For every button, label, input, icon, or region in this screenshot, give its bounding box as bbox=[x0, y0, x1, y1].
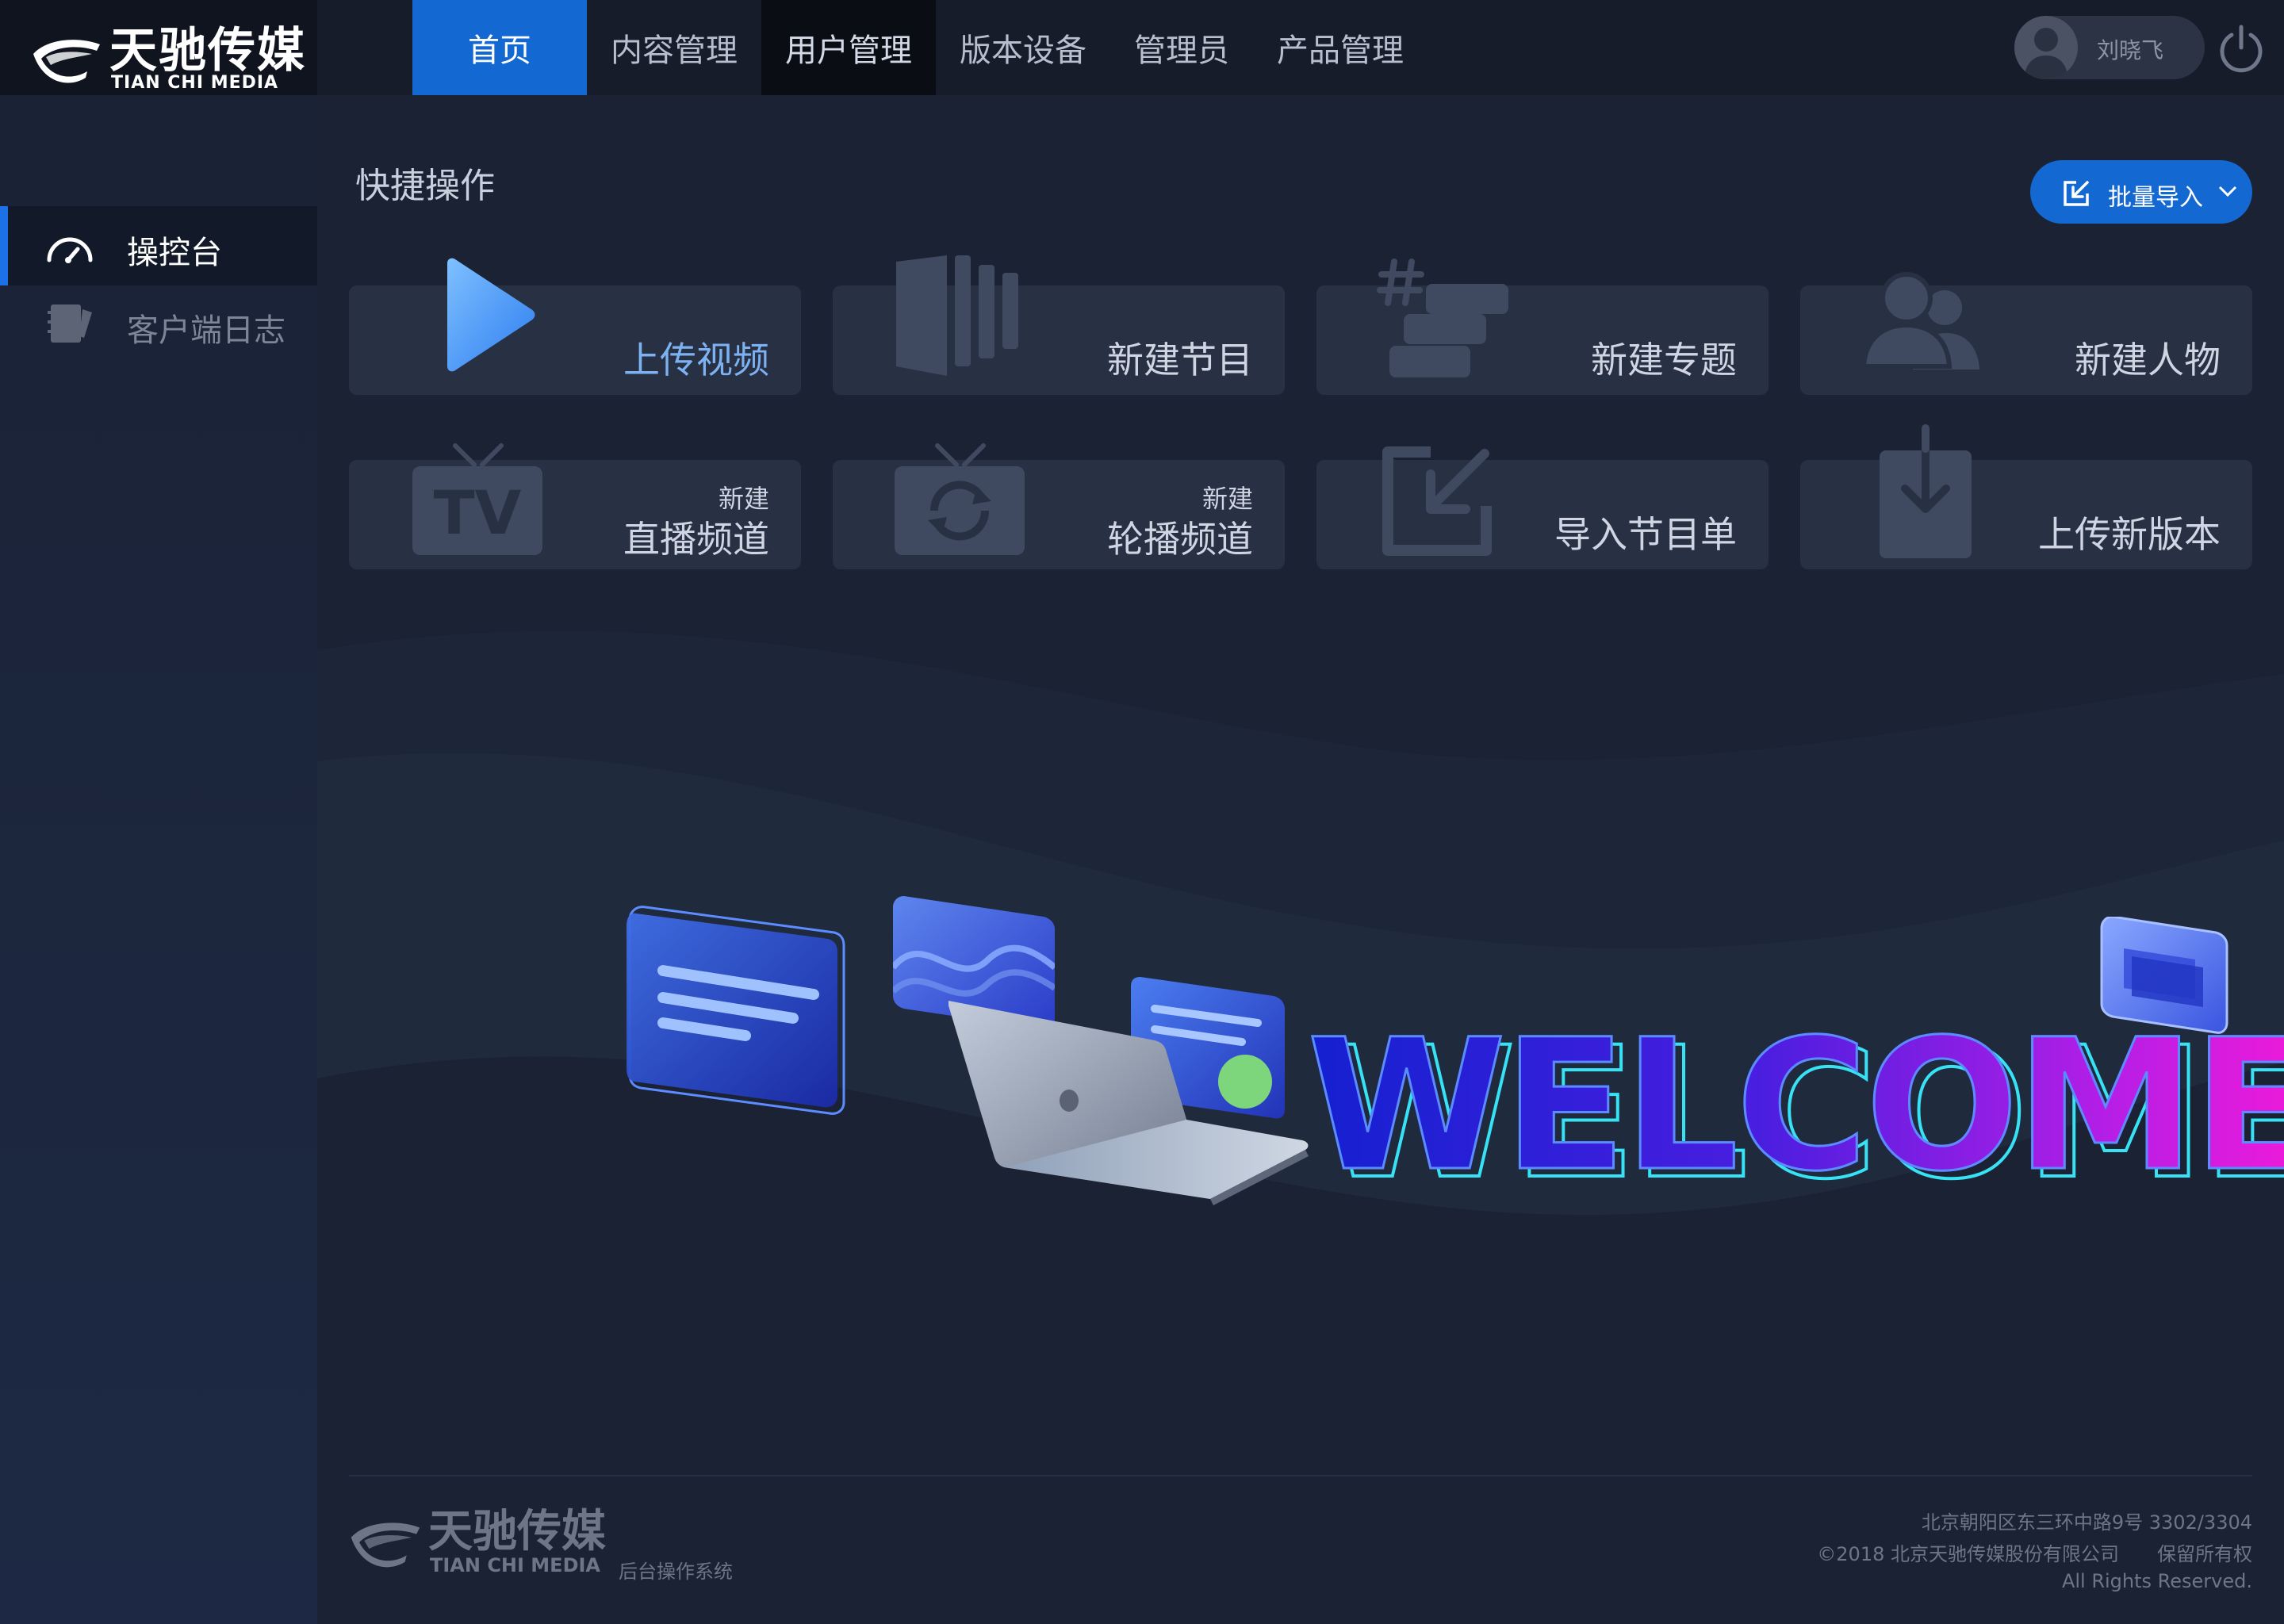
quick-card-upload-version[interactable]: 上传新版本 bbox=[1800, 424, 2252, 569]
chevron-down-icon bbox=[2218, 186, 2237, 197]
download-box-icon bbox=[1880, 424, 1972, 558]
welcome-text: WELCOME bbox=[1305, 1014, 2284, 1197]
carousel-tv-icon bbox=[895, 443, 1025, 555]
section-title: 快捷操作 bbox=[355, 166, 495, 206]
sidebar-item-label: 操控台 bbox=[127, 235, 222, 271]
card-label: 新建人物 bbox=[2075, 339, 2221, 381]
sidebar-item-label: 客户端日志 bbox=[127, 312, 286, 349]
welcome-banner: WELCOME WELCOME bbox=[1305, 1014, 2284, 1206]
logo-mark-icon bbox=[33, 40, 100, 83]
footer-system-name: 后台操作系统 bbox=[619, 1561, 733, 1583]
user-avatar-icon[interactable] bbox=[2014, 16, 2078, 79]
footer-rights: All Rights Reserved. bbox=[2061, 1570, 2252, 1592]
hashtag-stack-icon bbox=[1377, 259, 1508, 377]
footer-brand-name-cn: 天驰传媒 bbox=[428, 1506, 606, 1557]
laptop-illustration bbox=[948, 1001, 1309, 1205]
quick-card-new-carousel-channel[interactable]: 新建 轮播频道 bbox=[833, 443, 1285, 569]
avatar-silhouette-icon bbox=[2024, 28, 2068, 79]
nav-tab-home[interactable]: 首页 bbox=[412, 0, 587, 95]
main-nav: 首页 内容管理 用户管理 版本设备 管理员 产品管理 bbox=[412, 0, 1428, 95]
card-label: 新建节目 bbox=[1107, 339, 1253, 381]
brand-name-en: TIAN CHI MEDIA bbox=[111, 73, 279, 93]
svg-text:TV: TV bbox=[434, 477, 522, 548]
active-indicator bbox=[0, 206, 8, 285]
nav-tab-content[interactable]: 内容管理 bbox=[587, 0, 761, 95]
batch-import-label: 批量导入 bbox=[2108, 184, 2203, 212]
card-label: 上传新版本 bbox=[2038, 513, 2221, 556]
card-label: 新建专题 bbox=[1591, 339, 1737, 381]
user-name: 刘晓飞 bbox=[2097, 37, 2164, 63]
quick-card-new-person[interactable]: 新建人物 bbox=[1800, 272, 2252, 395]
brand-logo[interactable]: 天驰传媒 TIAN CHI MEDIA bbox=[0, 0, 317, 95]
footer-divider bbox=[349, 1475, 2252, 1477]
gauge-icon bbox=[47, 237, 93, 263]
footer-brand-name-en: TIAN CHI MEDIA bbox=[430, 1554, 601, 1576]
quick-card-new-program[interactable]: 新建节目 bbox=[833, 255, 1285, 395]
columns-icon bbox=[896, 255, 1018, 376]
footer-copyright: ©2018 北京天驰传媒股份有限公司 保留所有权 bbox=[1817, 1543, 2252, 1565]
nav-tab-admins[interactable]: 管理员 bbox=[1110, 0, 1253, 95]
people-icon bbox=[1861, 272, 1979, 370]
notebook-icon bbox=[48, 304, 92, 343]
import-icon bbox=[2064, 181, 2089, 206]
document-card-illustration bbox=[627, 906, 845, 1115]
sidebar-item-console[interactable]: 操控台 bbox=[0, 206, 317, 285]
quick-card-import-schedule[interactable]: 导入节目单 bbox=[1316, 446, 1769, 569]
play-icon bbox=[447, 258, 535, 372]
card-label: 上传视频 bbox=[623, 339, 769, 381]
power-icon[interactable] bbox=[2216, 22, 2267, 73]
nav-tab-users[interactable]: 用户管理 bbox=[761, 0, 936, 95]
quick-card-new-live-channel[interactable]: TV 新建 直播频道 bbox=[349, 443, 801, 569]
quick-card-new-topic[interactable]: 新建专题 bbox=[1316, 259, 1769, 395]
brand-name-cn: 天驰传媒 bbox=[109, 23, 306, 79]
footer-address: 北京朝阳区东三环中路9号 3302/3304 bbox=[1921, 1511, 2252, 1534]
import-schedule-icon bbox=[1382, 446, 1492, 556]
sidebar-item-client-log[interactable]: 客户端日志 bbox=[0, 284, 317, 363]
tv-icon: TV bbox=[412, 443, 542, 555]
nav-tab-versions[interactable]: 版本设备 bbox=[936, 0, 1110, 95]
footer-logo-mark-icon bbox=[351, 1522, 420, 1568]
card-label: 导入节目单 bbox=[1554, 513, 1737, 556]
quick-card-upload-video[interactable]: 上传视频 bbox=[349, 258, 801, 395]
nav-tab-products[interactable]: 产品管理 bbox=[1253, 0, 1428, 95]
